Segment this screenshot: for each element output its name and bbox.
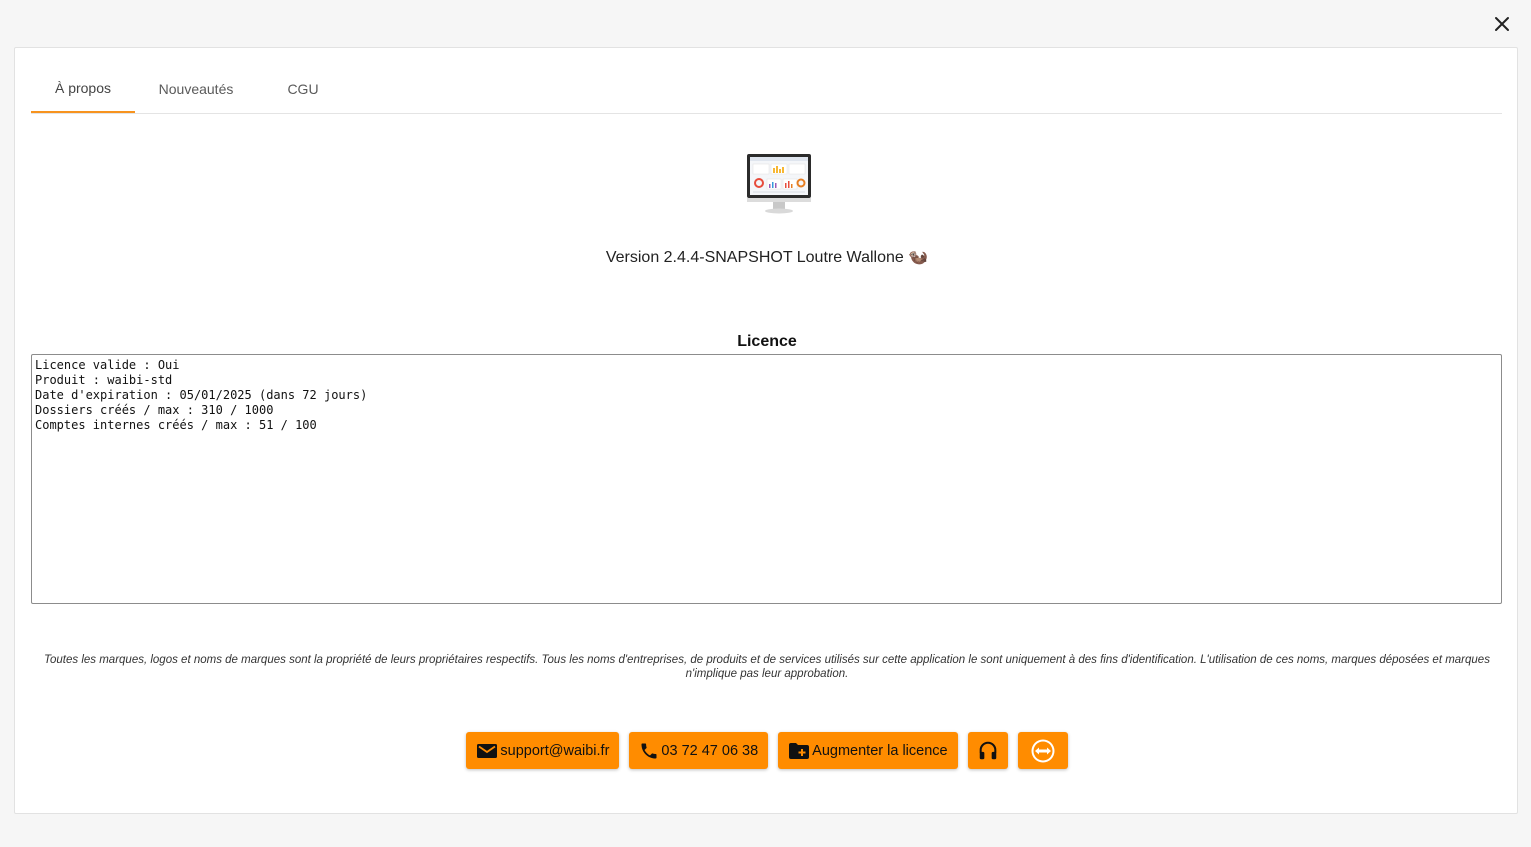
tab-about[interactable]: À propos xyxy=(31,65,135,113)
close-button[interactable] xyxy=(1488,10,1516,38)
phone-support-label: 03 72 47 06 38 xyxy=(661,742,759,759)
close-icon xyxy=(1495,17,1509,31)
version-text: Version 2.4.4-SNAPSHOT Loutre Wallone 🦦 xyxy=(605,249,929,266)
support-button[interactable] xyxy=(967,732,1008,769)
about-panel: À propos Nouveautés CGU Version 2.4.4-SN… xyxy=(14,47,1518,814)
tab-news[interactable]: Nouveautés xyxy=(143,65,249,113)
upgrade-licence-button[interactable]: Augmenter la licence xyxy=(778,732,958,769)
email-support-button[interactable]: support@waibi.fr xyxy=(466,732,620,769)
phone-icon xyxy=(641,743,657,758)
email-support-label: support@waibi.fr xyxy=(500,742,610,759)
trademark-disclaimer: Toutes les marques, logos et noms de mar… xyxy=(44,654,1490,680)
teamviewer-icon xyxy=(1031,739,1055,762)
licence-title: Licence xyxy=(737,333,797,350)
phone-support-button[interactable]: 03 72 47 06 38 xyxy=(629,732,769,769)
remote-assistance-button[interactable] xyxy=(1017,732,1068,769)
folder-plus-icon xyxy=(789,742,810,759)
email-icon xyxy=(477,743,498,758)
monitor-dashboard-icon xyxy=(747,154,811,214)
action-bar: support@waibi.fr 03 72 47 06 38 Augmente… xyxy=(15,732,1519,769)
licence-textarea[interactable]: Licence valide : Oui Produit : waibi-std… xyxy=(31,354,1502,604)
tab-bar: À propos Nouveautés CGU xyxy=(31,65,1502,114)
tab-cgu[interactable]: CGU xyxy=(271,65,335,113)
upgrade-licence-label: Augmenter la licence xyxy=(812,742,948,759)
headset-icon xyxy=(979,741,996,759)
